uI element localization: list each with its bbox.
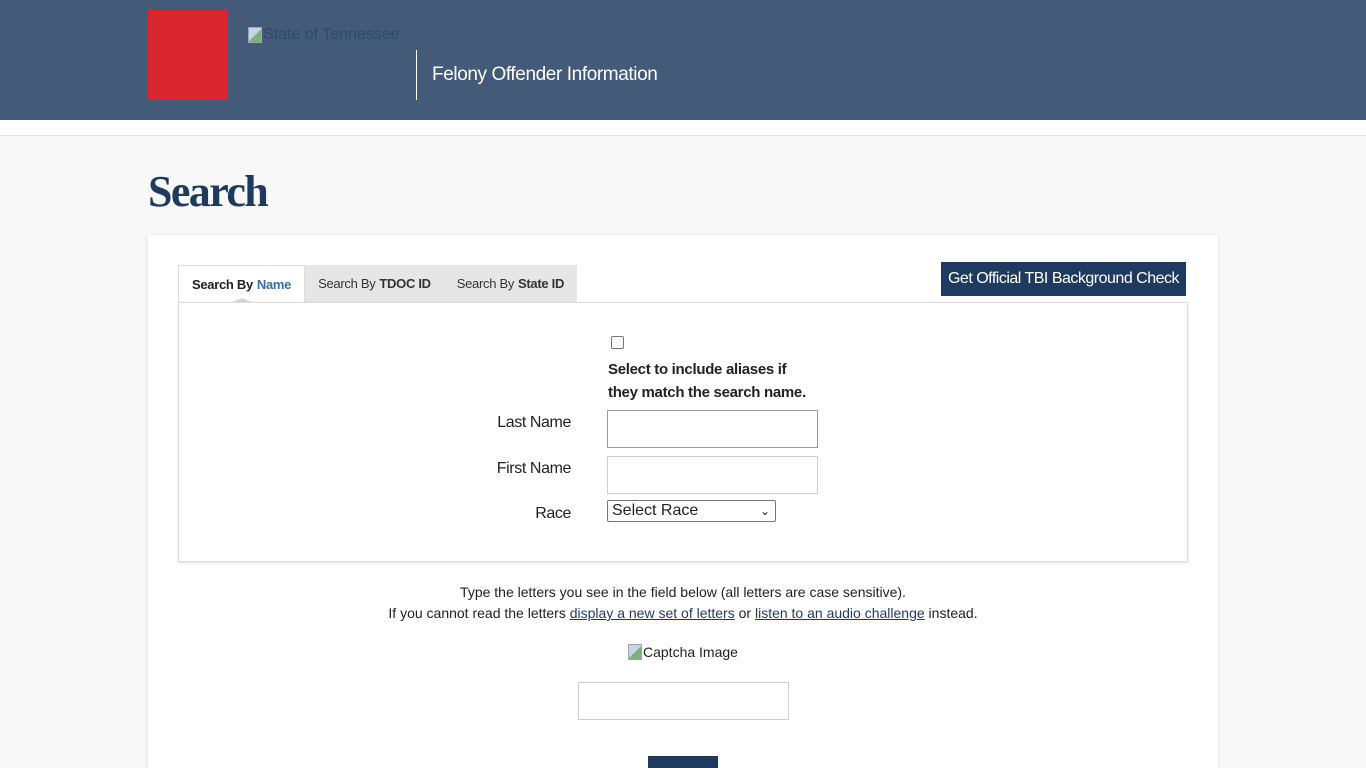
search-card: Search By Name Search By TDOC ID Search …	[148, 235, 1218, 768]
captcha-help-line: If you cannot read the letters display a…	[148, 605, 1218, 621]
submit-search-button[interactable]	[648, 756, 718, 768]
app-title: Felony Offender Information	[432, 64, 658, 85]
search-tabs: Search By Name Search By TDOC ID Search …	[178, 265, 578, 303]
include-aliases-checkbox[interactable]	[611, 336, 624, 349]
last-name-input[interactable]	[607, 410, 818, 448]
broken-image-icon	[628, 644, 642, 660]
captcha-help-or: or	[738, 605, 752, 621]
tab-search-by-name[interactable]: Search By Name	[178, 265, 306, 303]
first-name-input[interactable]	[607, 456, 818, 494]
tab-emphasis: Name	[256, 277, 292, 292]
tab-search-by-tdoc-id[interactable]: Search By TDOC ID	[305, 265, 444, 302]
header-underline-strip	[0, 120, 1366, 136]
captcha-image-alt: Captcha Image	[643, 644, 738, 660]
include-aliases-label: Select to include aliases if they match …	[608, 361, 806, 401]
tab-prefix: Search By	[318, 276, 376, 291]
race-selected-value: Select Race	[612, 502, 699, 519]
race-select[interactable]: Select Race ⌄	[607, 500, 776, 522]
tab-emphasis: TDOC ID	[379, 276, 431, 291]
state-logo-alt-text: State of Tennessee	[263, 26, 400, 43]
state-of-tennessee-logo[interactable]: State of Tennessee	[248, 26, 400, 44]
broken-image-icon	[248, 27, 262, 43]
tab-prefix: Search By	[192, 277, 253, 292]
tbi-background-check-button[interactable]: Get Official TBI Background Check	[941, 262, 1186, 296]
captcha-help-prefix: If you cannot read the letters	[388, 605, 566, 621]
new-letters-link[interactable]: display a new set of letters	[570, 605, 735, 621]
header-divider	[416, 50, 417, 100]
last-name-label: Last Name	[497, 414, 571, 431]
captcha-input[interactable]	[578, 682, 789, 720]
tab-prefix: Search By	[456, 276, 515, 291]
first-name-label: First Name	[496, 460, 572, 477]
audio-challenge-link[interactable]: listen to an audio challenge	[755, 605, 925, 621]
captcha-help-suffix: instead.	[928, 605, 978, 621]
search-by-name-panel: Select to include aliases if they match …	[178, 302, 1188, 562]
chevron-down-icon: ⌄	[759, 504, 770, 518]
race-label: Race	[535, 505, 571, 522]
state-logo-block[interactable]	[148, 10, 228, 100]
tab-emphasis: State ID	[518, 276, 565, 291]
captcha-image: Captcha Image	[628, 644, 738, 660]
site-header: State of Tennessee Felony Offender Infor…	[0, 0, 1366, 120]
page-title: Search	[148, 167, 269, 216]
tab-search-by-state-id[interactable]: Search By State ID	[443, 265, 578, 302]
captcha-instruction: Type the letters you see in the field be…	[460, 584, 906, 600]
